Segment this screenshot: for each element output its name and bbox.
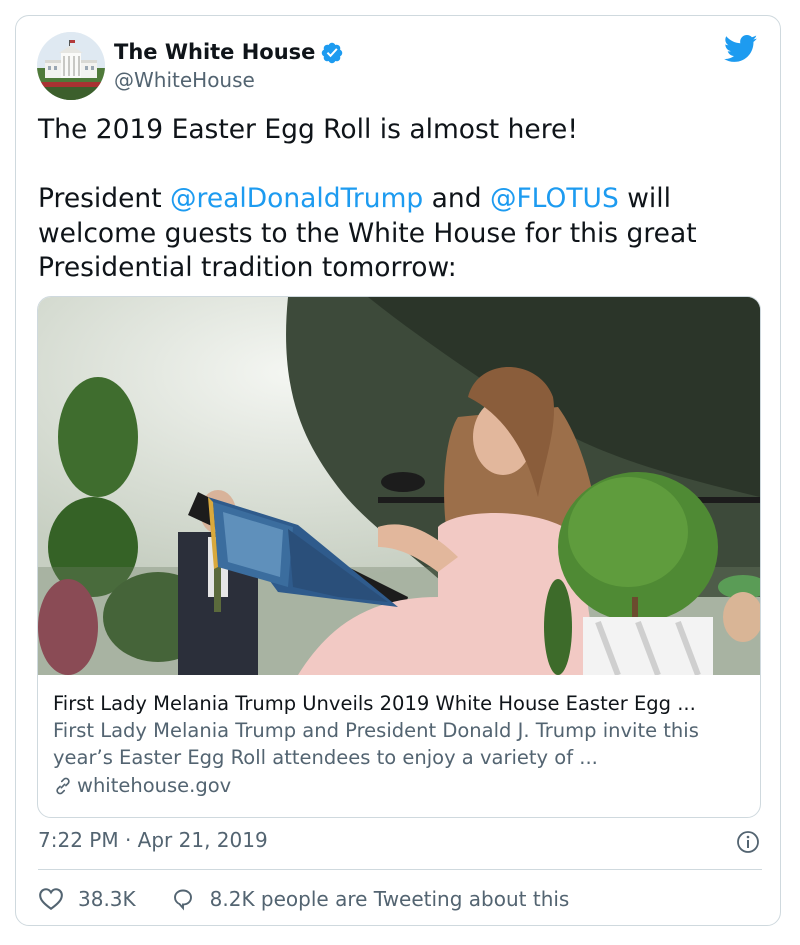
link-preview-card[interactable]: First Lady Melania Trump Unveils 2019 Wh… bbox=[37, 296, 761, 818]
link-card-title[interactable]: First Lady Melania Trump Unveils 2019 Wh… bbox=[53, 690, 753, 717]
info-icon[interactable] bbox=[736, 830, 760, 854]
divider bbox=[38, 869, 762, 870]
tweet-line-1: The 2019 Easter Egg Roll is almost here! bbox=[38, 114, 578, 145]
link-card-domain-text: whitehouse.gov bbox=[77, 774, 232, 797]
reply-conversation-button[interactable]: 8.2K people are Tweeting about this bbox=[170, 887, 570, 911]
avatar[interactable] bbox=[37, 32, 105, 100]
tweeting-count: 8.2K people are Tweeting about this bbox=[209, 887, 570, 911]
verified-badge-icon bbox=[321, 42, 343, 64]
tweet-text-segment: and bbox=[423, 183, 490, 214]
like-button[interactable]: 38.3K bbox=[38, 887, 136, 911]
tweet-paragraph-2: President @realDonaldTrump and @FLOTUS w… bbox=[38, 182, 738, 286]
white-house-avatar-icon bbox=[37, 32, 105, 100]
link-icon bbox=[56, 777, 70, 794]
link-card-description: First Lady Melania Trump and President D… bbox=[53, 719, 699, 769]
tweet-card: The White House @WhiteHouse The 2019 Eas… bbox=[15, 15, 781, 926]
tweet-text-segment: President bbox=[38, 183, 171, 214]
like-count: 38.3K bbox=[78, 887, 136, 911]
link-card-domain[interactable]: whitehouse.gov bbox=[53, 771, 753, 800]
speech-bubble-icon bbox=[173, 889, 192, 911]
first-lady-reading-storybook-photo[interactable] bbox=[38, 297, 760, 675]
tweet-text: The 2019 Easter Egg Roll is almost here!… bbox=[38, 113, 738, 286]
mention-link-realdonaldtrump[interactable]: @realDonaldTrump bbox=[170, 183, 423, 214]
link-card-meta: First Lady Melania Trump Unveils 2019 Wh… bbox=[53, 690, 753, 800]
mention-link-flotus[interactable]: @FLOTUS bbox=[490, 183, 619, 214]
user-handle[interactable]: @WhiteHouse bbox=[114, 68, 255, 92]
tweet-timestamp[interactable]: 7:22 PM · Apr 21, 2019 bbox=[38, 828, 268, 852]
twitter-bird-icon[interactable] bbox=[724, 35, 758, 63]
heart-icon bbox=[39, 888, 63, 911]
tweet-actions: 38.3K 8.2K people are Tweeting about thi… bbox=[38, 884, 603, 914]
display-name[interactable]: The White House bbox=[114, 40, 315, 64]
